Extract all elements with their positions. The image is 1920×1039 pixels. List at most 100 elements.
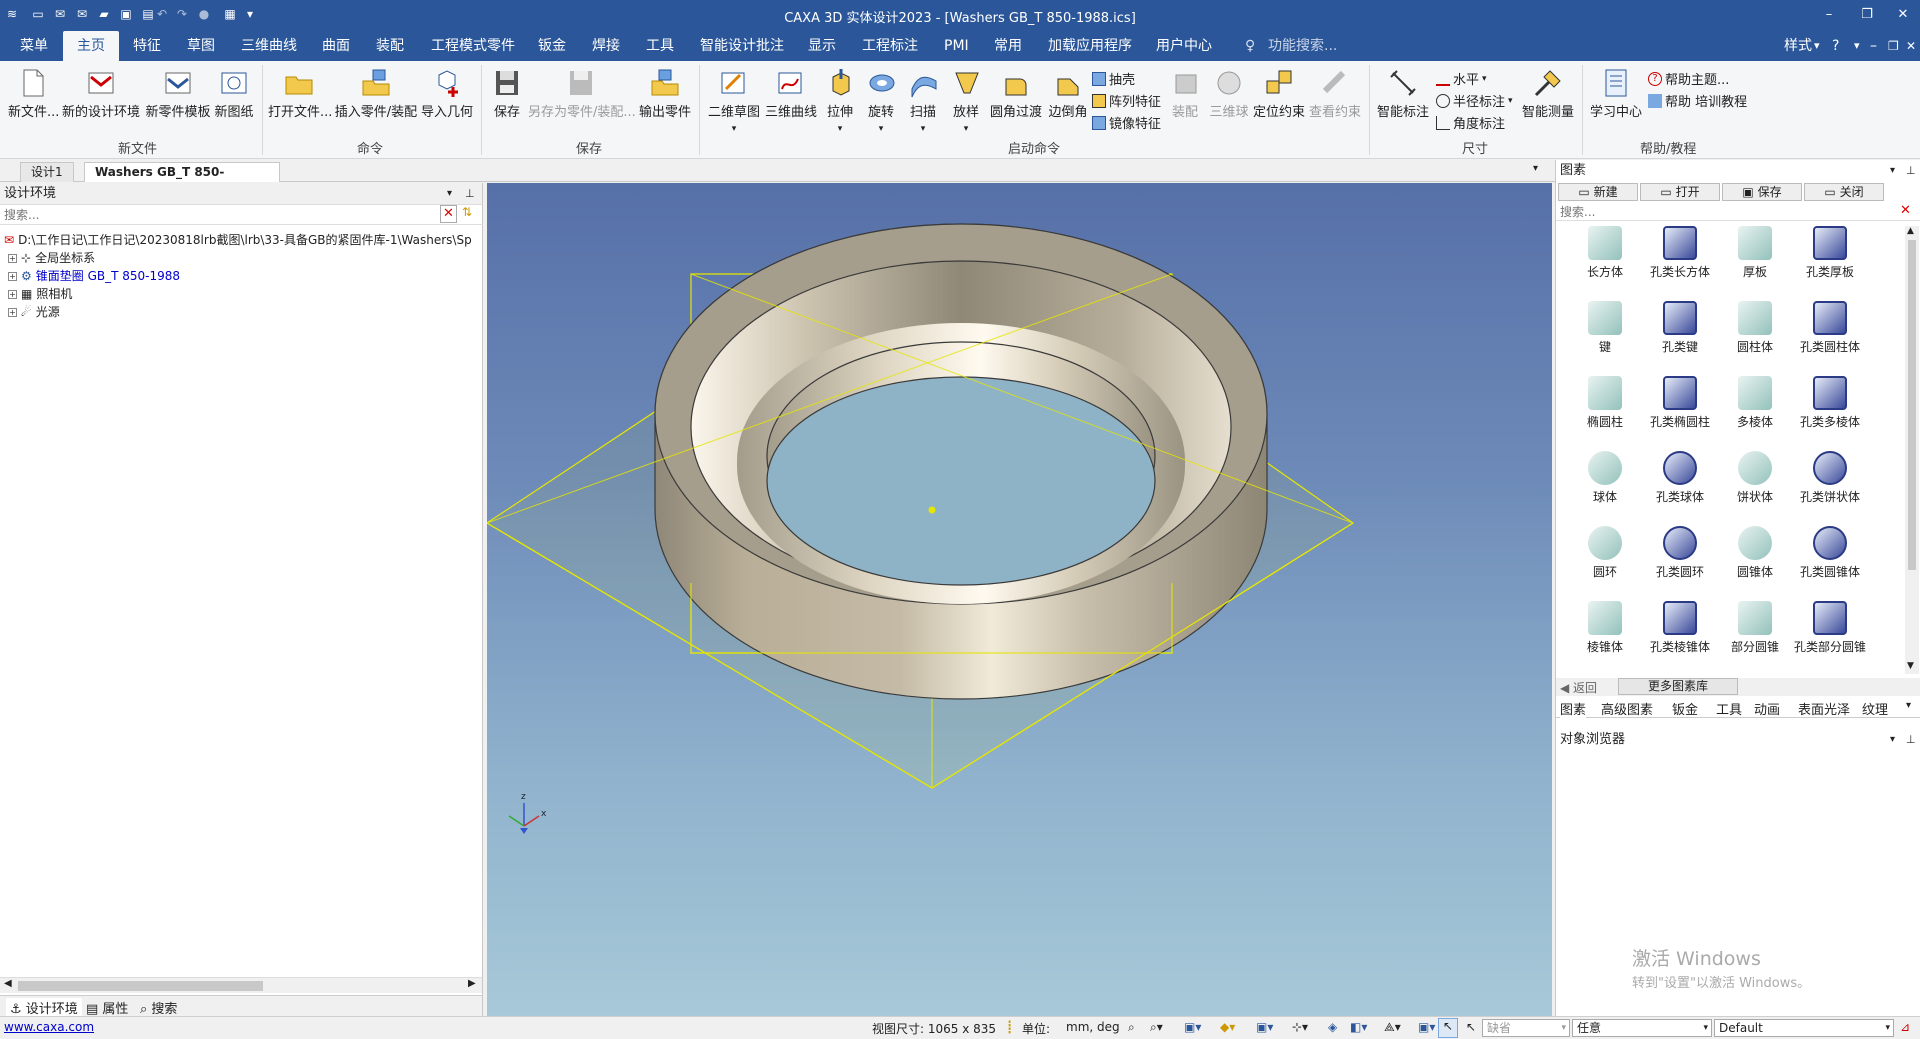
category-tab-advanced[interactable]: 高级图素	[1601, 699, 1653, 718]
tree-item-global-coord[interactable]: + ⊹ 全局坐标系	[8, 249, 95, 267]
tab-washers[interactable]: Washers GB_T 850-1988.ics ✕	[84, 162, 280, 197]
scroll-left-icon[interactable]: ◀	[4, 978, 12, 989]
open-file-button[interactable]: 打开文件...	[268, 67, 332, 120]
unit-value[interactable]: mm, deg	[1066, 1020, 1120, 1034]
insert-part-button[interactable]: 插入零件/装配	[333, 67, 419, 120]
element-item[interactable]: 孔类厚板	[1793, 226, 1867, 280]
filter-combo-any[interactable]: 任意 ▾	[1572, 1019, 1712, 1037]
expand-icon[interactable]: +	[8, 271, 17, 281]
panel-pin-icon[interactable]: ⊥	[465, 183, 475, 205]
minimize-icon[interactable]: –	[1814, 4, 1844, 26]
new-library-button[interactable]: ▭ 新建	[1558, 183, 1638, 201]
style-dropdown-icon[interactable]: ▾	[1812, 31, 1822, 61]
tree-item-camera[interactable]: + ▦ 照相机	[8, 285, 72, 303]
doc-close-icon[interactable]: ✕	[1904, 31, 1918, 61]
function-search[interactable]: 功能搜索...	[1266, 31, 1339, 61]
elements-pin-icon[interactable]: ⊥	[1906, 160, 1916, 182]
tab-properties[interactable]: ▤ 属性	[86, 998, 128, 1017]
element-item[interactable]: 键	[1568, 301, 1642, 355]
scroll-right-icon[interactable]: ▶	[468, 978, 476, 989]
horizontal-dim-button[interactable]: 水平 ▾	[1436, 69, 1487, 88]
lighting-icon[interactable]: ◈	[1328, 1020, 1337, 1034]
clear-search-icon[interactable]: ✕	[440, 205, 457, 223]
menu-item-3d-curve[interactable]: 三维曲线	[239, 31, 299, 61]
clear-elements-search-icon[interactable]: ✕	[1900, 203, 1911, 218]
menu-item-engineering-part[interactable]: 工程模式零件	[429, 31, 517, 61]
save-library-button[interactable]: ▣ 保存	[1722, 183, 1802, 201]
smart-measure-button[interactable]: 智能测量	[1521, 67, 1575, 120]
tab-search[interactable]: ⌕ 搜索	[140, 998, 177, 1017]
filter-combo-scheme[interactable]: Default ▾	[1714, 1019, 1894, 1037]
cube-view-icon[interactable]: ▣▾	[1418, 1020, 1435, 1034]
sweep-button[interactable]: 扫描 ▾	[908, 67, 938, 135]
perspective-icon[interactable]: ⟁▾	[1384, 1020, 1401, 1035]
assemble-button[interactable]: 装配	[1170, 67, 1200, 120]
category-more-icon[interactable]: ▾	[1906, 700, 1911, 711]
menu-item-menu[interactable]: 菜单	[18, 31, 50, 61]
search-filter-icon[interactable]: ⇅	[462, 205, 472, 219]
expand-icon[interactable]: +	[8, 307, 17, 317]
close-library-button[interactable]: ▭ 关闭	[1804, 183, 1884, 201]
menu-item-sheetmetal[interactable]: 钣金	[536, 31, 568, 61]
status-settings-icon[interactable]: ⊿	[1900, 1020, 1910, 1034]
category-tab-sheetmetal[interactable]: 钣金	[1672, 699, 1698, 718]
curve-3d-button[interactable]: 三维曲线	[764, 67, 818, 120]
help-icon[interactable]: ?	[1830, 31, 1841, 61]
display-mode-icon[interactable]: ▣▾	[1256, 1020, 1273, 1034]
angle-dim-button[interactable]: 角度标注	[1436, 113, 1505, 132]
import-geometry-button[interactable]: 导入几何	[420, 67, 474, 120]
tree-item-light[interactable]: + ☄ 光源	[8, 303, 60, 321]
chamfer-button[interactable]: 边倒角	[1047, 67, 1089, 120]
smart-dim-button[interactable]: 智能标注	[1376, 67, 1430, 120]
shell-button[interactable]: 抽壳	[1092, 69, 1135, 88]
zoom-icon[interactable]: ⌕	[1128, 1020, 1135, 1035]
element-item[interactable]: 长方体	[1568, 226, 1642, 280]
menu-item-display[interactable]: 显示	[806, 31, 838, 61]
element-item[interactable]: 圆锥体	[1718, 526, 1792, 580]
menu-item-assembly[interactable]: 装配	[374, 31, 406, 61]
extrude-button[interactable]: 拉伸 ▾	[825, 67, 855, 135]
render-mode-icon[interactable]: ◆▾	[1220, 1020, 1235, 1034]
style-menu[interactable]: 样式	[1782, 31, 1814, 61]
radius-dim-button[interactable]: 半径标注 ▾	[1436, 91, 1513, 110]
element-item[interactable]: 椭圆柱	[1568, 376, 1642, 430]
menu-item-user-center[interactable]: 用户中心	[1154, 31, 1214, 61]
save-as-part-button[interactable]: 另存为零件/装配...	[528, 67, 636, 120]
expand-icon[interactable]: +	[8, 289, 17, 299]
zoom-window-icon[interactable]: ⌕▾	[1150, 1020, 1163, 1035]
element-item[interactable]: 孔类部分圆锥	[1793, 601, 1867, 655]
element-item[interactable]: 孔类球体	[1643, 451, 1717, 505]
expand-icon[interactable]: +	[8, 253, 17, 263]
element-item[interactable]: 球体	[1568, 451, 1642, 505]
menu-item-sketch[interactable]: 草图	[185, 31, 217, 61]
menu-item-engineering-dim[interactable]: 工程标注	[860, 31, 920, 61]
filter-combo-default[interactable]: 缺省 ▾	[1482, 1019, 1570, 1037]
element-item[interactable]: 饼状体	[1718, 451, 1792, 505]
category-tab-elements[interactable]: 图素	[1560, 699, 1587, 718]
element-item[interactable]: 厚板	[1718, 226, 1792, 280]
element-item[interactable]: 孔类多棱体	[1793, 376, 1867, 430]
restore-icon[interactable]: ❐	[1852, 4, 1882, 26]
tab-list-dropdown-icon[interactable]: ▾	[1533, 163, 1538, 174]
origin-point[interactable]	[928, 506, 936, 514]
view-orient-icon[interactable]: ▣▾	[1184, 1020, 1201, 1034]
3d-viewport[interactable]: z x	[487, 183, 1552, 1018]
element-item[interactable]: 圆柱体	[1718, 301, 1792, 355]
loft-button[interactable]: 放样 ▾	[951, 67, 981, 135]
menu-item-common[interactable]: 常用	[992, 31, 1024, 61]
fillet-button[interactable]: 圆角过渡	[989, 67, 1043, 120]
menu-item-home[interactable]: 主页	[63, 31, 119, 61]
save-button[interactable]: 保存	[490, 67, 524, 120]
view-constraint-button[interactable]: 查看约束	[1308, 67, 1362, 120]
menu-item-tools[interactable]: 工具	[644, 31, 676, 61]
pick-filter-icon[interactable]: ↖	[1466, 1020, 1476, 1034]
sketch-2d-button[interactable]: 二维草图 ▾	[707, 67, 761, 135]
menu-item-surface[interactable]: 曲面	[320, 31, 352, 61]
caxa-link[interactable]: www.caxa.com	[4, 1020, 94, 1034]
new-part-template-button[interactable]: 新零件模板	[145, 67, 211, 120]
element-item[interactable]: 部分圆锥	[1718, 601, 1792, 655]
new-drawing-button[interactable]: 新图纸	[213, 67, 255, 120]
elements-dropdown-icon[interactable]: ▾	[1890, 160, 1895, 182]
category-tab-surface-finish[interactable]: 表面光泽	[1798, 699, 1850, 718]
category-tab-texture[interactable]: 纹理	[1862, 699, 1888, 718]
